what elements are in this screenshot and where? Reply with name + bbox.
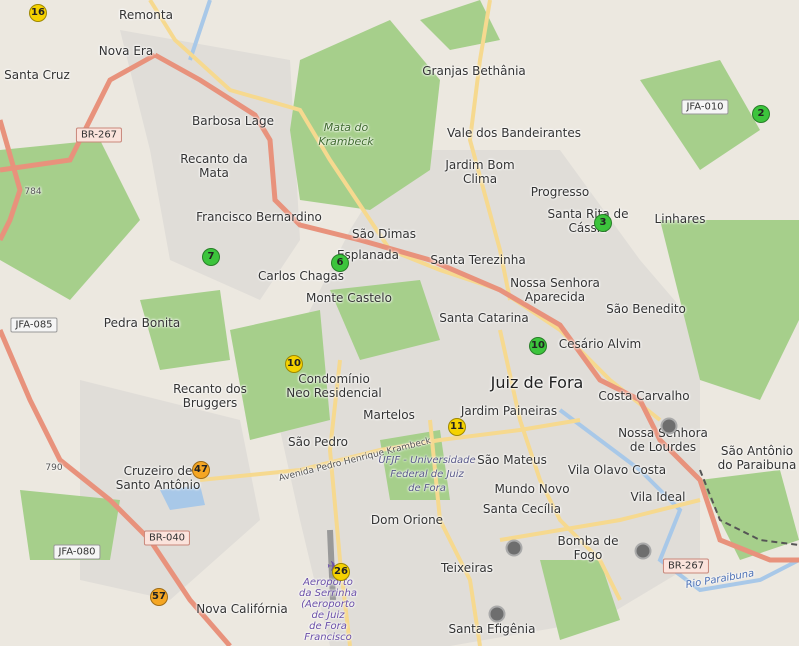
forest-label: Mata do Krambeck xyxy=(318,121,374,148)
airport-label: Aeroporto da Serrinha (Aeroporto de Juiz de … xyxy=(299,577,357,643)
place-label: Monte Castelo xyxy=(306,291,392,305)
marker-cluster[interactable]: 10 xyxy=(285,355,303,373)
place-label: Cesário Alvim xyxy=(558,337,642,351)
place-label: São Dimas xyxy=(352,227,416,241)
marker-cluster[interactable]: 2 xyxy=(752,105,770,123)
marker-cluster[interactable]: 57 xyxy=(150,588,168,606)
road-shield: JFA-085 xyxy=(10,317,58,333)
place-label: Nova Era xyxy=(98,44,154,58)
location-marker[interactable] xyxy=(505,539,523,557)
place-label: Vale dos Bandeirantes xyxy=(447,126,581,140)
place-label: Santa Efigênia xyxy=(448,622,536,636)
place-label: Vila Ideal xyxy=(630,490,686,504)
marker-cluster[interactable]: 26 xyxy=(332,563,350,581)
place-label: Santa Catarina xyxy=(439,311,529,325)
marker-cluster[interactable]: 6 xyxy=(331,254,349,272)
university-label: UFJF - Universidade Federal de Juiz de For… xyxy=(378,455,476,494)
place-label: Condomínio Neo Residencial xyxy=(286,372,382,400)
place-label: Recanto da Mata xyxy=(180,152,248,180)
road-shield: JFA-010 xyxy=(681,99,729,115)
place-label: São Antônio do Paraibuna xyxy=(717,444,797,472)
place-label: Jardim Bom Clima xyxy=(445,158,515,186)
place-label: Remonta xyxy=(119,8,173,22)
road-shield: BR-267 xyxy=(75,127,123,143)
place-label: Bomba de Fogo xyxy=(557,534,619,562)
place-label: Progresso xyxy=(530,185,590,199)
city-label: Juiz de Fora xyxy=(490,373,584,392)
location-marker[interactable] xyxy=(488,605,506,623)
road-shield: JFA-080 xyxy=(53,544,101,560)
place-label: Cruzeiro de Santo Antônio xyxy=(115,464,201,492)
place-label: Dom Orione xyxy=(370,513,444,527)
place-label: Santa Rita de Cássia xyxy=(547,207,629,235)
location-marker[interactable] xyxy=(660,417,678,435)
place-label: Barbosa Lage xyxy=(192,114,274,128)
place-label: Jardim Paineiras xyxy=(460,404,558,418)
place-label: Carlos Chagas xyxy=(258,269,344,283)
place-label: São Mateus xyxy=(477,453,547,467)
place-label: Recanto dos Bruggers xyxy=(173,382,247,410)
place-label: Teixeiras xyxy=(441,561,493,575)
place-label: Pedra Bonita xyxy=(103,316,181,330)
marker-cluster[interactable]: 47 xyxy=(192,461,210,479)
place-label: São Pedro xyxy=(288,435,348,449)
place-label: Martelos xyxy=(363,408,415,422)
place-label: Santa Terezinha xyxy=(430,253,526,267)
road-shield: BR-040 xyxy=(143,530,191,546)
marker-cluster[interactable]: 16 xyxy=(29,4,47,22)
place-label: São Benedito xyxy=(606,302,686,316)
place-label: Santa Cecília xyxy=(482,502,562,516)
place-label: Granjas Bethânia xyxy=(422,64,526,78)
place-label: Linhares xyxy=(654,212,706,226)
place-label: Mundo Novo xyxy=(494,482,570,496)
place-label: Santa Cruz xyxy=(4,68,70,82)
location-marker[interactable] xyxy=(634,542,652,560)
place-label: Nova Califórnia xyxy=(196,602,288,616)
marker-cluster[interactable]: 7 xyxy=(202,248,220,266)
road-label: 790 xyxy=(45,463,63,473)
map-view[interactable]: ✈ RemontaNova EraSanta CruzGranjas Bethâ… xyxy=(0,0,799,646)
marker-cluster[interactable]: 10 xyxy=(529,337,547,355)
place-label: Vila Olavo Costa xyxy=(567,463,667,477)
road-shield: BR-267 xyxy=(662,558,710,574)
place-label: Nossa Senhora Aparecida xyxy=(510,276,600,304)
place-label: Costa Carvalho xyxy=(598,389,690,403)
road-label: 784 xyxy=(24,187,42,197)
marker-cluster[interactable]: 3 xyxy=(594,214,612,232)
marker-cluster[interactable]: 11 xyxy=(448,418,466,436)
place-label: Francisco Bernardino xyxy=(196,210,322,224)
